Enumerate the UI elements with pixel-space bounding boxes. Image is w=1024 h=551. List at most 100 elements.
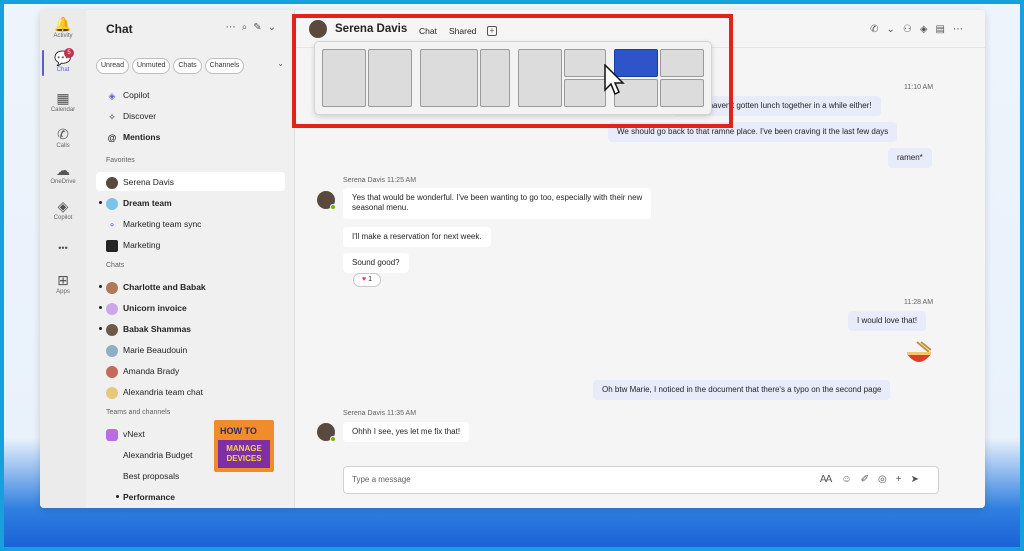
- heart-icon: ♥: [361, 276, 367, 283]
- channel-best-proposals[interactable]: Best proposals: [123, 467, 179, 485]
- watermark-logo: HOW TO MANAGE DEVICES: [214, 420, 274, 472]
- rail-copilot[interactable]: ◈ Copilot: [40, 198, 86, 232]
- loop-icon[interactable]: ✐: [861, 474, 878, 485]
- copilot-icon: ◈: [108, 90, 116, 101]
- sidebar-item-unicorn-invoice[interactable]: Unicorn invoice: [99, 299, 187, 317]
- chevron-down-icon[interactable]: ⌄: [277, 59, 284, 68]
- section-chats: Chats: [106, 262, 125, 269]
- presence-dot: [330, 436, 336, 442]
- rail-more[interactable]: •••: [40, 240, 86, 274]
- compose-box[interactable]: Type a message Ꜳ☺✐◎+➤: [343, 466, 939, 494]
- sidebar-item-label: Mentions: [123, 132, 161, 142]
- compose-tools: Ꜳ☺✐◎+➤: [820, 474, 928, 485]
- sidebar-tools: ⋯⌕✎⌄: [226, 22, 282, 33]
- message-text: Yes that would be wonderful. I've been w…: [352, 193, 643, 202]
- received-message[interactable]: Yes that would be wonderful. I've been w…: [343, 188, 652, 219]
- filter-channels[interactable]: Channels: [204, 58, 245, 74]
- sidebar-item-charlotte-babak[interactable]: Charlotte and Babak: [99, 278, 206, 296]
- heart-reaction[interactable]: ♥ 1: [353, 273, 381, 287]
- emoji-icon[interactable]: ☺: [841, 474, 860, 485]
- avatar: [106, 323, 118, 336]
- channel-label: Performance: [123, 492, 175, 502]
- notes-icon[interactable]: ▤: [936, 24, 953, 35]
- avatar: [106, 176, 118, 189]
- plus-icon[interactable]: +: [896, 474, 911, 485]
- sent-message[interactable]: I would love that!: [848, 311, 927, 331]
- message-text: seasonal menu.: [352, 203, 409, 212]
- group-avatar: [106, 197, 118, 210]
- message-meta: Serena Davis 11:25 AM: [343, 177, 417, 184]
- unread-dot: [99, 327, 102, 330]
- header-actions: ✆⌄⚇◈▤⋯: [870, 24, 971, 35]
- format-icon[interactable]: Ꜳ: [820, 474, 842, 485]
- unread-dot: [116, 495, 119, 498]
- sent-message[interactable]: Oh btw Marie, I noticed in the document …: [593, 380, 891, 400]
- channel-label: Best proposals: [123, 471, 180, 481]
- more-options-icon[interactable]: ⋯: [953, 24, 971, 35]
- channel-alexandria-budget[interactable]: Alexandria Budget: [123, 446, 192, 464]
- sidebar-item-label: Serena Davis: [123, 177, 175, 187]
- rail-chat[interactable]: 💬 Chat 5: [40, 48, 86, 84]
- filter-unmuted[interactable]: Unmuted: [131, 58, 171, 74]
- rail-calls[interactable]: ✆ Calls: [40, 126, 86, 160]
- sidebar-item-serena[interactable]: Serena Davis: [106, 173, 174, 191]
- copilot-icon[interactable]: ◎: [878, 474, 896, 485]
- received-message[interactable]: Sound good?: [343, 253, 409, 273]
- send-icon[interactable]: ➤: [911, 474, 928, 485]
- filter-chips: Unread Unmuted Chats Channels: [96, 58, 245, 74]
- presence-dot: [330, 204, 336, 210]
- reaction-count: 1: [368, 276, 372, 283]
- chevron-down-icon[interactable]: ⌄: [268, 22, 282, 33]
- sidebar-item-discover[interactable]: ✧ Discover: [106, 107, 156, 125]
- sidebar-item-marketing-sync[interactable]: ⚬ Marketing team sync: [106, 215, 201, 233]
- sidebar-item-label: vNext: [123, 429, 145, 439]
- sidebar-item-babak[interactable]: Babak Shammas: [99, 320, 191, 338]
- message-placeholder: Type a message: [352, 475, 411, 484]
- team-icon: [106, 428, 118, 441]
- more-options-icon[interactable]: ⋯: [226, 22, 242, 33]
- logo-text: HOW TO: [220, 426, 257, 436]
- message-timestamp: 11:10 AM: [904, 84, 934, 91]
- filter-unread[interactable]: Unread: [96, 58, 129, 74]
- avatar: [106, 281, 118, 294]
- sent-message[interactable]: ramen*: [888, 148, 932, 168]
- rail-label: Activity: [53, 33, 73, 39]
- copilot-icon: ◈: [57, 198, 69, 214]
- sparkle-icon: ✧: [108, 111, 116, 122]
- received-message[interactable]: Ohhh I see, yes let me fix that!: [343, 422, 470, 442]
- sidebar-item-label: Amanda Brady: [123, 366, 180, 376]
- sidebar-item-label: Marketing team sync: [123, 219, 202, 229]
- sidebar-item-copilot[interactable]: ◈ Copilot: [106, 86, 150, 104]
- received-message[interactable]: I'll make a reservation for next week.: [343, 227, 491, 247]
- unread-dot: [99, 201, 102, 204]
- more-icon: •••: [58, 243, 68, 253]
- filter-chats[interactable]: Chats: [173, 58, 202, 74]
- sidebar-item-marie[interactable]: Marie Beaudouin: [106, 341, 187, 359]
- chat-icon: 💬: [54, 50, 72, 66]
- new-chat-icon[interactable]: ✎: [253, 22, 267, 33]
- rail-activity[interactable]: 🔔 Activity: [40, 16, 86, 50]
- people-icon[interactable]: ⚇: [903, 24, 920, 35]
- copilot-icon[interactable]: ◈: [920, 24, 936, 35]
- cloud-icon: ☁: [56, 162, 70, 178]
- group-avatar: [106, 386, 118, 399]
- call-icon[interactable]: ✆⌄: [870, 24, 903, 35]
- channel-performance[interactable]: Performance: [116, 488, 175, 506]
- rail-onedrive[interactable]: ☁ OneDrive: [40, 162, 86, 196]
- sidebar-item-vnext[interactable]: vNext: [106, 425, 145, 443]
- app-rail: 🔔 Activity 💬 Chat 5 ▦ Calendar ✆ Calls ☁…: [40, 10, 86, 508]
- sidebar-item-amanda[interactable]: Amanda Brady: [106, 362, 179, 380]
- sidebar-item-dream-team[interactable]: Dream team: [99, 194, 172, 212]
- search-icon[interactable]: ⌕: [242, 22, 254, 33]
- ramen-sticker: [907, 341, 932, 362]
- phone-icon: ✆: [57, 126, 69, 142]
- sidebar-item-mentions[interactable]: @ Mentions: [106, 128, 161, 146]
- add-apps-icon: ⊞: [57, 272, 69, 288]
- sidebar-item-label: Unicorn invoice: [123, 303, 187, 313]
- rail-label: OneDrive: [50, 179, 76, 185]
- unread-dot: [99, 306, 102, 309]
- rail-calendar[interactable]: ▦ Calendar: [40, 90, 86, 124]
- rail-apps[interactable]: ⊞ Apps: [40, 272, 86, 306]
- sidebar-item-alexandria-chat[interactable]: Alexandria team chat: [106, 383, 203, 401]
- sidebar-item-marketing[interactable]: Marketing: [106, 236, 160, 254]
